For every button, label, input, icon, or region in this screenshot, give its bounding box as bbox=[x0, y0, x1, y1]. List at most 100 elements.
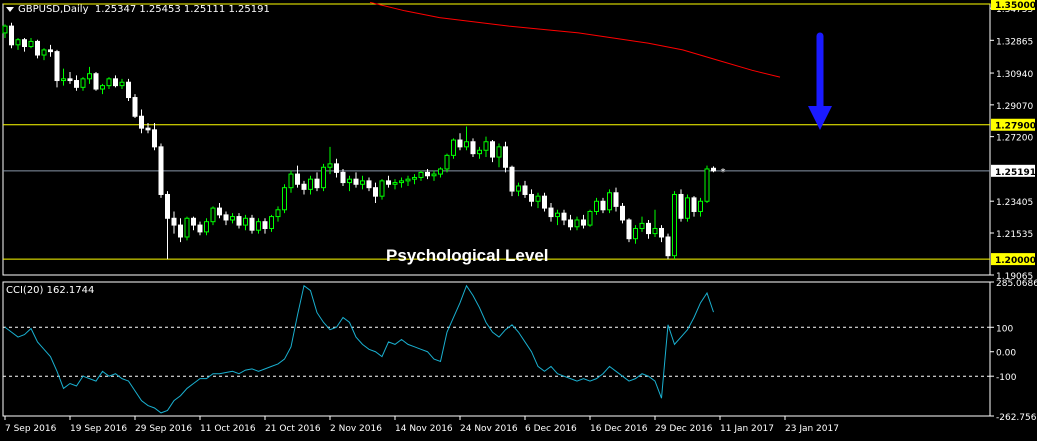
candle-bearish bbox=[171, 217, 177, 226]
candle-bearish bbox=[132, 97, 138, 117]
time-tick-label: 21 Oct 2016 bbox=[265, 424, 321, 434]
candle-bullish bbox=[256, 221, 261, 231]
candle-bullish bbox=[275, 209, 281, 218]
candle-bullish bbox=[594, 200, 599, 212]
candle-bullish bbox=[412, 176, 417, 180]
last-price-marker: * bbox=[721, 167, 726, 178]
price-panel: * bbox=[2, 1, 991, 276]
candle-bearish bbox=[678, 193, 684, 219]
candle-bearish bbox=[126, 81, 131, 99]
cci-tick-label: 0.00 bbox=[996, 349, 1016, 359]
candle-bullish bbox=[243, 217, 248, 226]
trading-chart[interactable]: * 285.06861000.00-100-262.7568 1.347551.… bbox=[0, 0, 1037, 441]
candle-bearish bbox=[334, 163, 339, 173]
price-tick-label: 1.19065 bbox=[996, 272, 1033, 282]
candle-bullish bbox=[106, 78, 112, 87]
candle-bearish bbox=[67, 78, 73, 82]
price-level-tag-label: 1.35000 bbox=[995, 1, 1036, 11]
candle-bearish bbox=[691, 197, 697, 212]
triangle-down-icon[interactable] bbox=[6, 6, 14, 12]
candle-bullish bbox=[496, 146, 502, 158]
cci-tick-label: -262.7568 bbox=[996, 413, 1037, 423]
candle-bullish bbox=[652, 227, 658, 235]
candle-bearish bbox=[48, 49, 53, 53]
candle-bearish bbox=[217, 207, 222, 216]
candle-bullish bbox=[555, 212, 560, 218]
time-tick-label: 11 Oct 2016 bbox=[200, 424, 256, 434]
price-tick-label: 1.23405 bbox=[996, 198, 1033, 208]
candle-bullish bbox=[438, 168, 443, 175]
time-tick-label: 29 Dec 2016 bbox=[655, 424, 713, 434]
time-axis: 7 Sep 2016 19 Sep 2016 29 Sep 2016 11 Oct 2… bbox=[3, 415, 990, 434]
moving-average-line bbox=[369, 1, 781, 78]
candle-bullish bbox=[587, 210, 593, 226]
price-tick-label: 1.21535 bbox=[996, 230, 1033, 240]
candle-bullish bbox=[230, 216, 235, 221]
candle-bullish bbox=[444, 154, 450, 170]
price-level-tag-label: 1.25191 bbox=[995, 168, 1036, 178]
candle-bullish bbox=[347, 178, 352, 184]
candle-bullish bbox=[61, 78, 66, 82]
candle-bullish bbox=[639, 222, 645, 229]
candle-bearish bbox=[386, 180, 391, 185]
candle-bearish bbox=[529, 193, 534, 202]
candle-bearish bbox=[22, 39, 27, 48]
candle-bearish bbox=[561, 212, 567, 221]
chart-symbol-header[interactable]: GBPUSD,Daily 1.25347 1.25453 1.25111 1.2… bbox=[6, 4, 270, 15]
candle-bearish bbox=[249, 217, 255, 231]
candle-bullish bbox=[704, 168, 710, 202]
candle-bearish bbox=[236, 216, 242, 226]
candle-bearish bbox=[542, 195, 547, 209]
cci-panel: 285.06861000.00-100-262.7568 bbox=[2, 279, 1037, 423]
candle-bullish bbox=[399, 180, 404, 184]
price-tick-label: 1.27200 bbox=[996, 134, 1033, 144]
candle-bearish bbox=[262, 221, 268, 229]
candle-bullish bbox=[405, 178, 411, 182]
candle-bearish bbox=[178, 224, 183, 238]
candle-bullish bbox=[379, 180, 385, 197]
candle-bullish bbox=[87, 73, 92, 80]
candle-bullish bbox=[327, 163, 333, 168]
time-tick-label: 6 Dec 2016 bbox=[525, 424, 577, 434]
candle-bearish bbox=[522, 185, 528, 195]
candle-bullish bbox=[685, 197, 690, 219]
candle-bullish bbox=[418, 171, 424, 178]
candle-bearish bbox=[425, 171, 430, 177]
candle-bullish bbox=[451, 139, 456, 156]
candle-bullish bbox=[477, 149, 482, 155]
candle-bearish bbox=[509, 166, 515, 192]
psychological-level-annotation: Psychological Level bbox=[386, 246, 549, 265]
candle-bearish bbox=[490, 141, 495, 158]
time-tick-label: 24 Nov 2016 bbox=[460, 424, 518, 434]
candle-bearish bbox=[366, 180, 372, 189]
arrow-head bbox=[808, 106, 832, 130]
candle-bearish bbox=[581, 219, 586, 226]
down-arrow-icon bbox=[808, 32, 832, 130]
time-tick-label: 19 Sep 2016 bbox=[70, 424, 127, 434]
candle-bullish bbox=[698, 200, 703, 212]
time-tick-label: 23 Jan 2017 bbox=[785, 424, 839, 434]
candle-bearish bbox=[145, 127, 151, 131]
candle-bearish bbox=[191, 217, 196, 226]
cci-indicator-header: CCI(20) 162.1744 bbox=[6, 285, 95, 296]
candle-bearish bbox=[152, 129, 157, 148]
cci-tick-label: 100 bbox=[996, 324, 1013, 334]
ohlc-values: 1.25347 1.25453 1.25111 1.25191 bbox=[94, 4, 270, 15]
candle-bearish bbox=[665, 236, 671, 257]
candle-bearish bbox=[54, 51, 60, 82]
candle-bullish bbox=[535, 195, 541, 202]
candle-bullish bbox=[607, 192, 612, 211]
candle-bullish bbox=[633, 227, 638, 240]
candle-bearish bbox=[568, 219, 573, 228]
price-axis: 1.347551.328651.309401.290701.272001.234… bbox=[990, 0, 1036, 282]
price-tick-label: 1.30940 bbox=[996, 70, 1033, 80]
time-tick-label: 11 Jan 2017 bbox=[720, 424, 774, 434]
price-level-tag-label: 1.27900 bbox=[995, 122, 1036, 132]
candle-bullish bbox=[210, 207, 216, 223]
candle-bearish bbox=[158, 146, 164, 195]
cci-line bbox=[4, 284, 714, 414]
candle-bullish bbox=[672, 193, 677, 257]
cci-panel-frame bbox=[2, 281, 991, 417]
candle-bullish bbox=[15, 39, 21, 46]
candle-bullish bbox=[184, 217, 190, 238]
